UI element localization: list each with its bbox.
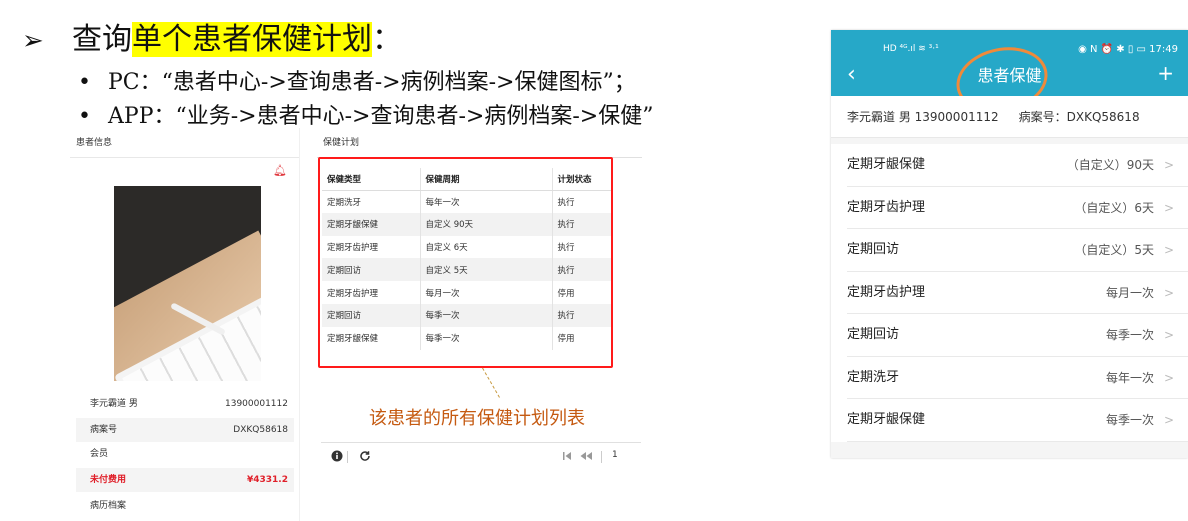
- page-number[interactable]: 1: [612, 450, 618, 460]
- callout-caption: 该患者的所有保健计划列表: [369, 408, 585, 429]
- first-page-icon[interactable]: [562, 450, 572, 462]
- patient-summary: 李元霸道 男 13900001112 病案号：DXKQ58618: [831, 96, 1188, 138]
- patient-photo: [114, 186, 261, 381]
- status-left: HD ⁴ᴳ.ıl ≋ ³·¹: [883, 44, 939, 54]
- prev-page-icon[interactable]: [579, 450, 593, 462]
- arrow-bullet-icon: ➢: [22, 26, 44, 56]
- list-item[interactable]: 定期牙龈保健 （自定义）90天 >: [847, 144, 1188, 187]
- highlight-box: [318, 157, 613, 368]
- chevron-right-icon: >: [1163, 158, 1174, 172]
- title-highlight: 单个患者保健计划: [132, 22, 372, 57]
- mobile-app-screen: HD ⁴ᴳ.ıl ≋ ³·¹ ◉ N ⏰ ✱ ▯ ▭ 17:49 ‹ 患者保健 …: [831, 30, 1188, 458]
- member-row: 会员: [90, 449, 109, 459]
- add-icon[interactable]: +: [1157, 61, 1174, 85]
- title-prefix: 查询: [72, 22, 132, 57]
- list-item[interactable]: 定期回访 （自定义）5天 >: [847, 229, 1188, 272]
- chevron-right-icon: >: [1163, 328, 1174, 342]
- list-item[interactable]: 定期牙龈保健 每季一次 >: [847, 399, 1188, 442]
- bullet-app-text: APP：“业务->患者中心->查询患者->病例档案->保健”: [108, 104, 654, 129]
- patient-info-panel: 患者信息 🔔︎ 李元霸道 男 13900001112 病案号 DXKQ58618 会…: [70, 128, 300, 521]
- title-suffix: ：: [372, 22, 402, 57]
- list-item[interactable]: 定期牙齿护理 （自定义）6天 >: [847, 187, 1188, 229]
- patient-name-row: 李元霸道 男 13900001112: [90, 399, 288, 409]
- bullet-pc-text: PC：“患者中心->查询患者->病例档案->保健图标”；: [108, 70, 636, 95]
- patient-name: 李元霸道 男 13900001112: [847, 110, 999, 124]
- bell-icon[interactable]: 🔔︎: [273, 164, 287, 177]
- refresh-icon[interactable]: [359, 450, 371, 462]
- unpaid-fee-row: 未付费用 ¥4331.2: [76, 468, 294, 492]
- bullet-app-path: • APP：“业务->患者中心->查询患者->病例档案->保健”: [78, 98, 653, 130]
- table-pager: 1: [321, 442, 641, 470]
- chevron-right-icon: >: [1163, 413, 1174, 427]
- bullet-pc-path: • PC：“患者中心->查询患者->病例档案->保健图标”；: [78, 64, 636, 96]
- patient-info-title: 患者信息: [70, 128, 299, 158]
- info-icon[interactable]: [331, 450, 343, 462]
- slide-title: ➢ 查询单个患者保健计划：: [22, 14, 402, 58]
- chevron-right-icon: >: [1163, 200, 1174, 215]
- list-item[interactable]: 定期牙齿护理 每月一次 >: [847, 272, 1188, 314]
- bullet-dot: •: [78, 104, 91, 129]
- chevron-right-icon: >: [1163, 285, 1174, 300]
- bullet-dot: •: [78, 70, 91, 95]
- list-item[interactable]: 定期洗牙 每年一次 >: [847, 357, 1188, 399]
- status-right: ◉ N ⏰ ✱ ▯ ▭ 17:49: [1078, 44, 1178, 55]
- list-item[interactable]: 定期回访 每季一次 >: [847, 314, 1188, 357]
- chevron-right-icon: >: [1163, 243, 1174, 257]
- care-plan-title: 保健计划: [317, 128, 642, 158]
- care-plan-list: 定期牙龈保健 （自定义）90天 > 定期牙齿护理 （自定义）6天 > 定期回访 （自定义）…: [831, 144, 1188, 442]
- case-number-row: 病案号 DXKQ58618: [76, 418, 294, 442]
- medical-record-row[interactable]: 病历档案: [76, 494, 294, 518]
- chevron-right-icon: >: [1163, 370, 1174, 385]
- patient-case-number: 病案号：DXKQ58618: [1018, 110, 1140, 124]
